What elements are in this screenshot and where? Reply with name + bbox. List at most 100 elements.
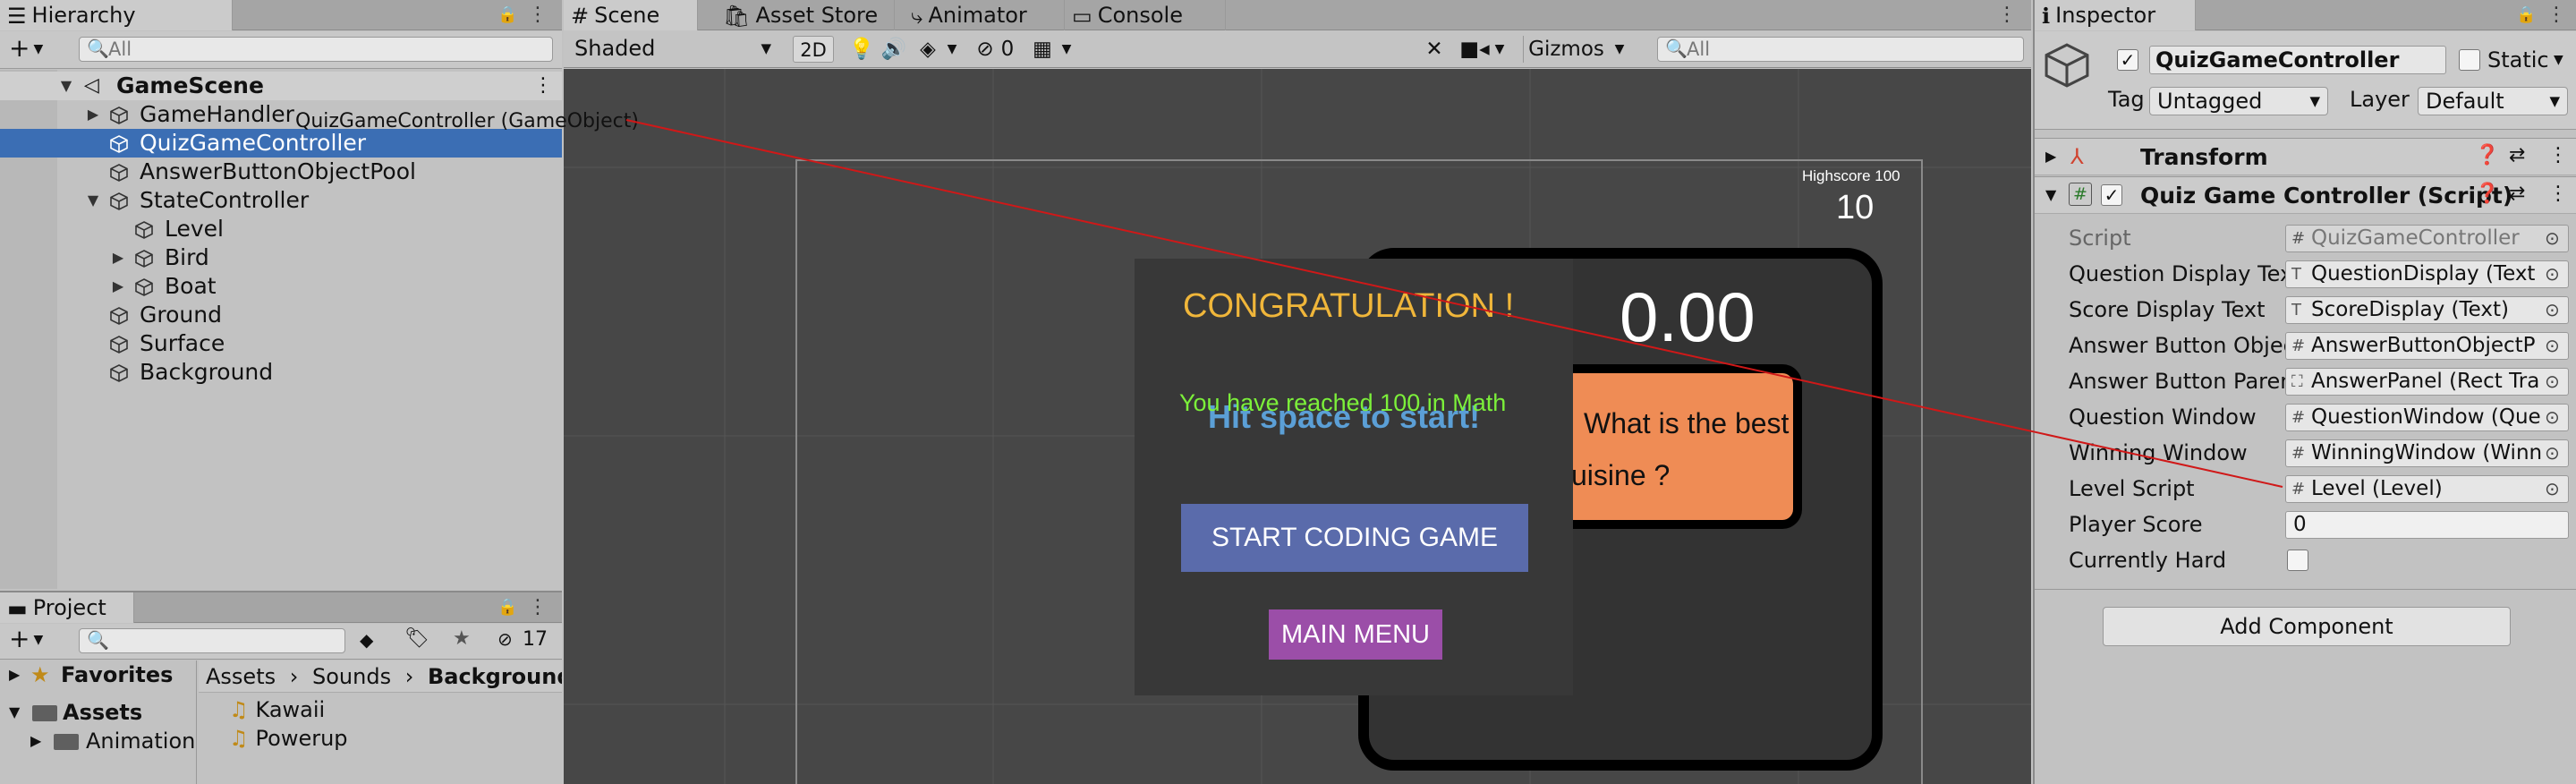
- static-checkbox[interactable]: [2459, 49, 2480, 71]
- collapse-triangle-icon[interactable]: ▶: [2045, 148, 2056, 165]
- breadcrumb-assets[interactable]: Assets: [206, 664, 276, 689]
- collapse-triangle-icon[interactable]: ▶: [111, 243, 125, 272]
- scene-viewport[interactable]: Highscore 100 10 0.00 What is the best u…: [564, 69, 2031, 784]
- kebab-menu-icon[interactable]: ⋮: [528, 2, 548, 29]
- question-display-field[interactable]: T QuestionDisplay (Text ⊙: [2285, 260, 2569, 288]
- expand-triangle-icon[interactable]: ▼: [2045, 186, 2056, 203]
- tree-item-surface[interactable]: Surface: [0, 329, 562, 358]
- object-picker-icon[interactable]: ⊙: [2545, 333, 2563, 359]
- grid-chevron-down-icon[interactable]: ▼: [1058, 36, 1075, 63]
- scene-search-input[interactable]: 🔍 All: [1657, 37, 2024, 62]
- object-picker-icon[interactable]: ⊙: [2545, 261, 2563, 287]
- tab-animator[interactable]: ⤷ Animator: [904, 0, 1065, 30]
- add-component-button[interactable]: Add Component: [2103, 607, 2511, 646]
- answer-button-object-field[interactable]: # AnswerButtonObjectP ⊙: [2285, 332, 2569, 360]
- effects-toggle-icon[interactable]: ◈: [914, 36, 941, 63]
- component-kebab-icon[interactable]: ⋮: [2548, 144, 2568, 166]
- transform-component-header[interactable]: ▶ ⅄ Transform ❓ ⇄ ⋮: [2035, 138, 2576, 175]
- layer-dropdown[interactable]: Default ▼: [2418, 87, 2568, 115]
- object-picker-icon[interactable]: ⊙: [2545, 476, 2563, 502]
- component-kebab-icon[interactable]: ⋮: [2548, 183, 2568, 205]
- tree-item-ground[interactable]: Ground: [0, 301, 562, 329]
- tab-hierarchy[interactable]: ☰ Hierarchy: [0, 0, 233, 30]
- question-window-field[interactable]: # QuestionWindow (Que ⊙: [2285, 404, 2569, 431]
- field-row-currently-hard: Currently Hard: [2035, 542, 2576, 578]
- presets-icon[interactable]: ⇄: [2509, 144, 2525, 166]
- add-dropdown-button[interactable]: + ▼: [9, 626, 59, 654]
- expand-triangle-icon[interactable]: ▼: [9, 698, 20, 727]
- toggle-2d-button[interactable]: 2D: [793, 36, 834, 63]
- add-dropdown-button[interactable]: + ▼: [9, 35, 59, 64]
- scene-kebab-icon[interactable]: ⋮: [533, 72, 553, 100]
- kebab-menu-icon[interactable]: ⋮: [1997, 2, 2017, 29]
- expand-triangle-icon[interactable]: ▼: [86, 186, 100, 215]
- tree-item-level[interactable]: Level: [0, 215, 562, 243]
- tree-item-statecontroller[interactable]: ▼ StateController: [0, 186, 562, 215]
- gizmos-button[interactable]: Gizmos: [1523, 36, 1609, 63]
- active-checkbox[interactable]: ✓: [2117, 49, 2138, 71]
- tag-dropdown[interactable]: Untagged ▼: [2149, 87, 2328, 115]
- script-component-header[interactable]: ▼ # ✓ Quiz Game Controller (Script) ❓ ⇄ …: [2035, 176, 2576, 214]
- tab-project[interactable]: ▬ Project: [0, 592, 134, 623]
- shading-mode-dropdown[interactable]: Shaded ▼: [567, 35, 778, 64]
- object-picker-icon[interactable]: ⊙: [2545, 405, 2563, 430]
- breadcrumb-background[interactable]: Background: [428, 664, 562, 689]
- scene-row[interactable]: ▼ ◁ GameScene ⋮: [0, 72, 562, 100]
- main-menu-button[interactable]: MAIN MENU: [1269, 609, 1442, 660]
- tab-inspector[interactable]: ℹ Inspector: [2035, 0, 2196, 30]
- currently-hard-checkbox[interactable]: [2287, 550, 2308, 571]
- kebab-menu-icon[interactable]: ⋮: [528, 594, 548, 621]
- asset-item-powerup[interactable]: ♫ Powerup: [229, 725, 348, 752]
- static-chevron-down-icon[interactable]: ▼: [2554, 53, 2563, 67]
- winning-window-field[interactable]: # WinningWindow (Winn ⊙: [2285, 439, 2569, 467]
- help-icon[interactable]: ❓: [2475, 183, 2499, 205]
- audio-toggle-icon[interactable]: 🔊: [880, 36, 907, 63]
- camera-chevron-down-icon[interactable]: ▼: [1491, 36, 1509, 63]
- hidden-packages-icon[interactable]: ⊘: [497, 628, 513, 650]
- gizmos-chevron-down-icon[interactable]: ▼: [1611, 36, 1628, 63]
- project-search-input[interactable]: 🔍: [79, 628, 345, 653]
- lock-icon[interactable]: 🔒: [497, 2, 517, 29]
- tools-icon[interactable]: ✕: [1421, 36, 1448, 63]
- tree-item-answerbuttonobjectpool[interactable]: AnswerButtonObjectPool: [0, 158, 562, 186]
- tree-item-bird[interactable]: ▶ Bird: [0, 243, 562, 272]
- tree-item-boat[interactable]: ▶ Boat: [0, 272, 562, 301]
- expand-triangle-icon[interactable]: ▼: [59, 72, 73, 100]
- object-picker-icon[interactable]: ⊙: [2545, 297, 2563, 323]
- hierarchy-search-input[interactable]: 🔍 All: [79, 37, 553, 62]
- tree-item-quizgamecontroller[interactable]: QuizGameController: [0, 129, 562, 158]
- collapse-triangle-icon[interactable]: ▶: [86, 100, 100, 129]
- object-picker-icon[interactable]: ⊙: [2545, 369, 2563, 395]
- folder-icon: [54, 734, 79, 750]
- object-name-input[interactable]: QuizGameController: [2149, 46, 2446, 74]
- start-coding-game-button[interactable]: START CODING GAME: [1181, 504, 1528, 572]
- collapse-triangle-icon[interactable]: ▶: [9, 660, 20, 689]
- breadcrumb-sounds[interactable]: Sounds: [312, 664, 391, 689]
- presets-icon[interactable]: ⇄: [2509, 183, 2525, 205]
- collapse-triangle-icon[interactable]: ▶: [111, 272, 125, 301]
- lock-icon[interactable]: 🔒: [2516, 2, 2536, 29]
- object-picker-icon[interactable]: ⊙: [2545, 440, 2563, 466]
- script-enabled-checkbox[interactable]: ✓: [2101, 184, 2122, 206]
- collapse-triangle-icon[interactable]: ▶: [30, 727, 41, 755]
- filter-by-label-icon[interactable]: 🏷: [404, 627, 429, 650]
- answer-button-parent-field[interactable]: ⛶ AnswerPanel (Rect Tra ⊙: [2285, 368, 2569, 396]
- tree-item-background[interactable]: Background: [0, 358, 562, 387]
- asset-item-kawaii[interactable]: ♫ Kawaii: [229, 696, 325, 723]
- tab-console[interactable]: ▭ Console: [1065, 0, 1226, 30]
- filter-by-type-icon[interactable]: ◆: [360, 629, 373, 651]
- hidden-objects-icon[interactable]: ⊘: [972, 36, 999, 63]
- grid-toggle-icon[interactable]: ▦: [1029, 36, 1056, 63]
- level-script-field[interactable]: # Level (Level) ⊙: [2285, 475, 2569, 503]
- favorites-star-icon[interactable]: ★: [453, 627, 471, 650]
- effects-chevron-down-icon[interactable]: ▼: [943, 36, 961, 63]
- tab-scene[interactable]: # Scene: [564, 0, 698, 30]
- score-display-field[interactable]: T ScoreDisplay (Text) ⊙: [2285, 296, 2569, 324]
- lighting-toggle-icon[interactable]: 💡: [848, 36, 875, 63]
- help-icon[interactable]: ❓: [2475, 144, 2499, 166]
- player-score-input[interactable]: 0: [2285, 511, 2569, 539]
- kebab-menu-icon[interactable]: ⋮: [2546, 2, 2566, 29]
- tab-asset-store[interactable]: 🛍 Asset Store: [716, 0, 895, 30]
- camera-icon[interactable]: ■◂: [1458, 36, 1491, 63]
- lock-icon[interactable]: 🔒: [497, 594, 517, 621]
